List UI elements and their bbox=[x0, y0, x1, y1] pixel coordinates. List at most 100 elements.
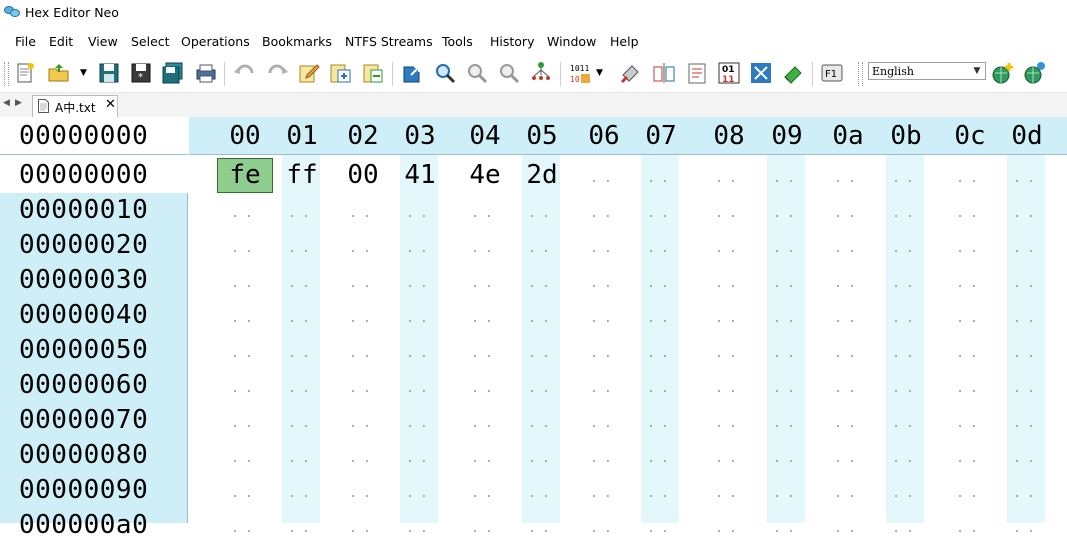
empty-byte-cell[interactable]: .. bbox=[343, 206, 383, 221]
empty-byte-cell[interactable]: .. bbox=[641, 276, 681, 291]
empty-byte-cell[interactable]: .. bbox=[584, 451, 624, 466]
empty-byte-cell[interactable]: .. bbox=[584, 521, 624, 536]
empty-byte-cell[interactable]: .. bbox=[584, 416, 624, 431]
empty-byte-cell[interactable]: .. bbox=[584, 346, 624, 361]
paste-icon[interactable] bbox=[360, 60, 386, 86]
empty-byte-cell[interactable]: .. bbox=[225, 521, 265, 536]
menu-history[interactable]: History bbox=[490, 33, 534, 50]
empty-byte-cell[interactable]: .. bbox=[950, 276, 990, 291]
empty-byte-cell[interactable]: .. bbox=[584, 171, 624, 186]
redo-icon[interactable] bbox=[264, 60, 290, 86]
empty-byte-cell[interactable]: .. bbox=[641, 486, 681, 501]
empty-byte-cell[interactable]: .. bbox=[767, 311, 807, 326]
toolbar-grip[interactable] bbox=[4, 62, 9, 86]
empty-byte-cell[interactable]: .. bbox=[828, 206, 868, 221]
empty-byte-cell[interactable]: .. bbox=[828, 241, 868, 256]
empty-byte-cell[interactable]: .. bbox=[767, 381, 807, 396]
empty-byte-cell[interactable]: .. bbox=[522, 486, 562, 501]
menu-edit[interactable]: Edit bbox=[49, 33, 73, 50]
empty-byte-cell[interactable]: .. bbox=[886, 206, 926, 221]
empty-byte-cell[interactable]: .. bbox=[709, 346, 749, 361]
menu-file[interactable]: File bbox=[15, 33, 36, 50]
empty-byte-cell[interactable]: .. bbox=[225, 346, 265, 361]
empty-byte-cell[interactable]: .. bbox=[709, 521, 749, 536]
empty-byte-cell[interactable]: .. bbox=[886, 521, 926, 536]
byte-cell[interactable]: fe bbox=[225, 160, 265, 190]
find-next-icon[interactable] bbox=[464, 60, 490, 86]
empty-byte-cell[interactable]: .. bbox=[886, 346, 926, 361]
empty-byte-cell[interactable]: .. bbox=[584, 241, 624, 256]
find-icon[interactable] bbox=[432, 60, 458, 86]
globe-add-icon[interactable] bbox=[990, 60, 1016, 86]
empty-byte-cell[interactable]: .. bbox=[767, 346, 807, 361]
menu-select[interactable]: Select bbox=[131, 33, 170, 50]
empty-byte-cell[interactable]: .. bbox=[709, 416, 749, 431]
empty-byte-cell[interactable]: .. bbox=[1007, 206, 1047, 221]
empty-byte-cell[interactable]: .. bbox=[400, 276, 440, 291]
empty-byte-cell[interactable]: .. bbox=[400, 486, 440, 501]
empty-byte-cell[interactable]: .. bbox=[828, 171, 868, 186]
empty-byte-cell[interactable]: .. bbox=[522, 311, 562, 326]
empty-byte-cell[interactable]: .. bbox=[886, 381, 926, 396]
empty-byte-cell[interactable]: .. bbox=[282, 346, 322, 361]
empty-byte-cell[interactable]: .. bbox=[225, 206, 265, 221]
copy-icon[interactable] bbox=[328, 60, 354, 86]
empty-byte-cell[interactable]: .. bbox=[828, 346, 868, 361]
byte-cell[interactable]: 2d bbox=[522, 160, 562, 190]
empty-byte-cell[interactable]: .. bbox=[1007, 381, 1047, 396]
empty-byte-cell[interactable]: .. bbox=[767, 241, 807, 256]
empty-byte-cell[interactable]: .. bbox=[709, 486, 749, 501]
language-select[interactable]: English ▼ bbox=[868, 62, 986, 80]
empty-byte-cell[interactable]: .. bbox=[950, 416, 990, 431]
menu-view[interactable]: View bbox=[88, 33, 118, 50]
empty-byte-cell[interactable]: .. bbox=[950, 381, 990, 396]
hierarchy-icon[interactable] bbox=[528, 60, 554, 86]
empty-byte-cell[interactable]: .. bbox=[828, 521, 868, 536]
find-prev-icon[interactable] bbox=[496, 60, 522, 86]
empty-byte-cell[interactable]: .. bbox=[1007, 451, 1047, 466]
empty-byte-cell[interactable]: .. bbox=[225, 416, 265, 431]
empty-byte-cell[interactable]: .. bbox=[709, 241, 749, 256]
menu-window[interactable]: Window bbox=[547, 33, 596, 50]
empty-byte-cell[interactable]: .. bbox=[522, 521, 562, 536]
tab-scroll-right-icon[interactable]: ▶ bbox=[15, 98, 22, 108]
empty-byte-cell[interactable]: .. bbox=[343, 241, 383, 256]
compare-icon[interactable] bbox=[651, 60, 677, 86]
close-icon[interactable]: ✕ bbox=[105, 97, 116, 112]
empty-byte-cell[interactable]: .. bbox=[282, 276, 322, 291]
empty-byte-cell[interactable]: .. bbox=[709, 276, 749, 291]
empty-byte-cell[interactable]: .. bbox=[343, 486, 383, 501]
empty-byte-cell[interactable]: .. bbox=[767, 486, 807, 501]
empty-byte-cell[interactable]: .. bbox=[465, 241, 505, 256]
empty-byte-cell[interactable]: .. bbox=[225, 381, 265, 396]
empty-byte-cell[interactable]: .. bbox=[950, 206, 990, 221]
empty-byte-cell[interactable]: .. bbox=[1007, 346, 1047, 361]
empty-byte-cell[interactable]: .. bbox=[225, 311, 265, 326]
empty-byte-cell[interactable]: .. bbox=[400, 206, 440, 221]
empty-byte-cell[interactable]: .. bbox=[400, 381, 440, 396]
empty-byte-cell[interactable]: .. bbox=[522, 381, 562, 396]
empty-byte-cell[interactable]: .. bbox=[584, 486, 624, 501]
globe-icon[interactable] bbox=[1022, 60, 1048, 86]
save-as-icon[interactable]: * bbox=[128, 60, 154, 86]
empty-byte-cell[interactable]: .. bbox=[522, 416, 562, 431]
byte-cell[interactable]: ff bbox=[282, 160, 322, 190]
binary-01-icon[interactable]: 01 11 bbox=[716, 60, 742, 86]
empty-byte-cell[interactable]: .. bbox=[767, 206, 807, 221]
menu-bookmarks[interactable]: Bookmarks bbox=[262, 33, 332, 50]
empty-byte-cell[interactable]: .. bbox=[641, 381, 681, 396]
menu-help[interactable]: Help bbox=[610, 33, 639, 50]
empty-byte-cell[interactable]: .. bbox=[1007, 241, 1047, 256]
byte-cell[interactable]: 00 bbox=[343, 160, 383, 190]
empty-byte-cell[interactable]: .. bbox=[641, 416, 681, 431]
empty-byte-cell[interactable]: .. bbox=[950, 486, 990, 501]
empty-byte-cell[interactable]: .. bbox=[584, 206, 624, 221]
empty-byte-cell[interactable]: .. bbox=[400, 416, 440, 431]
empty-byte-cell[interactable]: .. bbox=[709, 206, 749, 221]
empty-byte-cell[interactable]: .. bbox=[522, 276, 562, 291]
empty-byte-cell[interactable]: .. bbox=[828, 451, 868, 466]
empty-byte-cell[interactable]: .. bbox=[886, 171, 926, 186]
tab-scroll-left-icon[interactable]: ◀ bbox=[3, 98, 10, 108]
empty-byte-cell[interactable]: .. bbox=[465, 451, 505, 466]
empty-byte-cell[interactable]: .. bbox=[1007, 171, 1047, 186]
